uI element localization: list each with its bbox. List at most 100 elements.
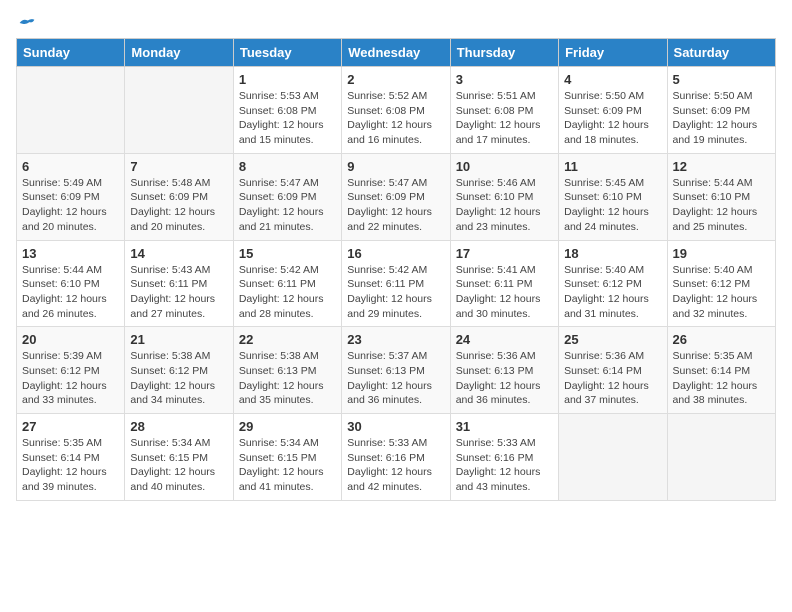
day-number: 16: [347, 246, 444, 261]
day-number: 22: [239, 332, 336, 347]
day-info: Sunrise: 5:42 AMSunset: 6:11 PMDaylight:…: [239, 263, 336, 322]
calendar-cell: 3 Sunrise: 5:51 AMSunset: 6:08 PMDaylight…: [450, 67, 558, 154]
calendar-week-row: 6Sunrise: 5:49 AMSunset: 6:09 PMDaylight…: [17, 153, 776, 240]
calendar-cell: 7Sunrise: 5:48 AMSunset: 6:09 PMDaylight…: [125, 153, 233, 240]
day-info: Sunrise: 5:36 AMSunset: 6:14 PMDaylight:…: [564, 349, 661, 408]
day-number: 3: [456, 72, 553, 87]
calendar-cell: [17, 67, 125, 154]
day-info: Sunrise: 5:38 AMSunset: 6:12 PMDaylight:…: [130, 349, 227, 408]
day-number: 9: [347, 159, 444, 174]
day-number: 28: [130, 419, 227, 434]
calendar-cell: 15 Sunrise: 5:42 AMSunset: 6:11 PMDayligh…: [233, 240, 341, 327]
calendar-cell: 14Sunrise: 5:43 AMSunset: 6:11 PMDayligh…: [125, 240, 233, 327]
col-header-wednesday: Wednesday: [342, 39, 450, 67]
calendar-cell: [667, 414, 775, 501]
day-number: 13: [22, 246, 119, 261]
day-number: 23: [347, 332, 444, 347]
calendar-cell: 30 Sunrise: 5:33 AMSunset: 6:16 PMDayligh…: [342, 414, 450, 501]
col-header-friday: Friday: [559, 39, 667, 67]
day-info: Sunrise: 5:44 AMSunset: 6:10 PMDaylight:…: [22, 263, 119, 322]
day-number: 12: [673, 159, 770, 174]
page-header: [16, 16, 776, 30]
day-info: Sunrise: 5:46 AMSunset: 6:10 PMDaylight:…: [456, 176, 553, 235]
calendar-table: SundayMondayTuesdayWednesdayThursdayFrid…: [16, 38, 776, 501]
day-number: 2: [347, 72, 444, 87]
day-info: Sunrise: 5:37 AMSunset: 6:13 PMDaylight:…: [347, 349, 444, 408]
calendar-cell: 4Sunrise: 5:50 AMSunset: 6:09 PMDaylight…: [559, 67, 667, 154]
day-number: 25: [564, 332, 661, 347]
day-info: Sunrise: 5:39 AMSunset: 6:12 PMDaylight:…: [22, 349, 119, 408]
day-number: 7: [130, 159, 227, 174]
col-header-tuesday: Tuesday: [233, 39, 341, 67]
calendar-cell: 9 Sunrise: 5:47 AMSunset: 6:09 PMDaylight…: [342, 153, 450, 240]
col-header-thursday: Thursday: [450, 39, 558, 67]
calendar-cell: 19 Sunrise: 5:40 AMSunset: 6:12 PMDayligh…: [667, 240, 775, 327]
calendar-cell: 16 Sunrise: 5:42 AMSunset: 6:11 PMDayligh…: [342, 240, 450, 327]
calendar-cell: 5 Sunrise: 5:50 AMSunset: 6:09 PMDaylight…: [667, 67, 775, 154]
day-number: 10: [456, 159, 553, 174]
day-info: Sunrise: 5:33 AMSunset: 6:16 PMDaylight:…: [347, 436, 444, 495]
calendar-cell: 26Sunrise: 5:35 AMSunset: 6:14 PMDayligh…: [667, 327, 775, 414]
col-header-monday: Monday: [125, 39, 233, 67]
col-header-saturday: Saturday: [667, 39, 775, 67]
calendar-cell: 8 Sunrise: 5:47 AMSunset: 6:09 PMDaylight…: [233, 153, 341, 240]
calendar-cell: 31 Sunrise: 5:33 AMSunset: 6:16 PMDayligh…: [450, 414, 558, 501]
day-info: Sunrise: 5:50 AMSunset: 6:09 PMDaylight:…: [564, 89, 661, 148]
day-number: 14: [130, 246, 227, 261]
calendar-cell: 11Sunrise: 5:45 AMSunset: 6:10 PMDayligh…: [559, 153, 667, 240]
day-number: 19: [673, 246, 770, 261]
calendar-cell: 25 Sunrise: 5:36 AMSunset: 6:14 PMDayligh…: [559, 327, 667, 414]
day-info: Sunrise: 5:40 AMSunset: 6:12 PMDaylight:…: [673, 263, 770, 322]
day-info: Sunrise: 5:38 AMSunset: 6:13 PMDaylight:…: [239, 349, 336, 408]
day-number: 5: [673, 72, 770, 87]
calendar-cell: 22 Sunrise: 5:38 AMSunset: 6:13 PMDayligh…: [233, 327, 341, 414]
day-number: 15: [239, 246, 336, 261]
day-info: Sunrise: 5:47 AMSunset: 6:09 PMDaylight:…: [239, 176, 336, 235]
day-info: Sunrise: 5:42 AMSunset: 6:11 PMDaylight:…: [347, 263, 444, 322]
day-info: Sunrise: 5:47 AMSunset: 6:09 PMDaylight:…: [347, 176, 444, 235]
logo: [16, 16, 36, 30]
day-info: Sunrise: 5:51 AMSunset: 6:08 PMDaylight:…: [456, 89, 553, 148]
day-info: Sunrise: 5:36 AMSunset: 6:13 PMDaylight:…: [456, 349, 553, 408]
calendar-cell: 1Sunrise: 5:53 AMSunset: 6:08 PMDaylight…: [233, 67, 341, 154]
day-info: Sunrise: 5:49 AMSunset: 6:09 PMDaylight:…: [22, 176, 119, 235]
day-number: 24: [456, 332, 553, 347]
day-info: Sunrise: 5:35 AMSunset: 6:14 PMDaylight:…: [22, 436, 119, 495]
day-number: 8: [239, 159, 336, 174]
day-number: 18: [564, 246, 661, 261]
day-number: 21: [130, 332, 227, 347]
calendar-cell: 21 Sunrise: 5:38 AMSunset: 6:12 PMDayligh…: [125, 327, 233, 414]
day-info: Sunrise: 5:53 AMSunset: 6:08 PMDaylight:…: [239, 89, 336, 148]
day-number: 20: [22, 332, 119, 347]
day-number: 29: [239, 419, 336, 434]
calendar-cell: 10 Sunrise: 5:46 AMSunset: 6:10 PMDayligh…: [450, 153, 558, 240]
logo-bird-icon: [18, 16, 36, 30]
calendar-week-row: 1Sunrise: 5:53 AMSunset: 6:08 PMDaylight…: [17, 67, 776, 154]
calendar-header-row: SundayMondayTuesdayWednesdayThursdayFrid…: [17, 39, 776, 67]
calendar-week-row: 20 Sunrise: 5:39 AMSunset: 6:12 PMDayligh…: [17, 327, 776, 414]
calendar-cell: 23 Sunrise: 5:37 AMSunset: 6:13 PMDayligh…: [342, 327, 450, 414]
day-number: 31: [456, 419, 553, 434]
calendar-cell: 28 Sunrise: 5:34 AMSunset: 6:15 PMDayligh…: [125, 414, 233, 501]
day-info: Sunrise: 5:34 AMSunset: 6:15 PMDaylight:…: [130, 436, 227, 495]
calendar-cell: 27Sunrise: 5:35 AMSunset: 6:14 PMDayligh…: [17, 414, 125, 501]
calendar-cell: 24 Sunrise: 5:36 AMSunset: 6:13 PMDayligh…: [450, 327, 558, 414]
day-info: Sunrise: 5:45 AMSunset: 6:10 PMDaylight:…: [564, 176, 661, 235]
day-info: Sunrise: 5:52 AMSunset: 6:08 PMDaylight:…: [347, 89, 444, 148]
day-number: 30: [347, 419, 444, 434]
calendar-week-row: 27Sunrise: 5:35 AMSunset: 6:14 PMDayligh…: [17, 414, 776, 501]
col-header-sunday: Sunday: [17, 39, 125, 67]
calendar-cell: 13 Sunrise: 5:44 AMSunset: 6:10 PMDayligh…: [17, 240, 125, 327]
day-info: Sunrise: 5:33 AMSunset: 6:16 PMDaylight:…: [456, 436, 553, 495]
calendar-cell: 17Sunrise: 5:41 AMSunset: 6:11 PMDayligh…: [450, 240, 558, 327]
calendar-cell: 20 Sunrise: 5:39 AMSunset: 6:12 PMDayligh…: [17, 327, 125, 414]
calendar-cell: 2 Sunrise: 5:52 AMSunset: 6:08 PMDaylight…: [342, 67, 450, 154]
day-info: Sunrise: 5:40 AMSunset: 6:12 PMDaylight:…: [564, 263, 661, 322]
day-info: Sunrise: 5:34 AMSunset: 6:15 PMDaylight:…: [239, 436, 336, 495]
day-info: Sunrise: 5:35 AMSunset: 6:14 PMDaylight:…: [673, 349, 770, 408]
day-info: Sunrise: 5:50 AMSunset: 6:09 PMDaylight:…: [673, 89, 770, 148]
calendar-cell: 12Sunrise: 5:44 AMSunset: 6:10 PMDayligh…: [667, 153, 775, 240]
calendar-week-row: 13 Sunrise: 5:44 AMSunset: 6:10 PMDayligh…: [17, 240, 776, 327]
calendar-cell: 29 Sunrise: 5:34 AMSunset: 6:15 PMDayligh…: [233, 414, 341, 501]
day-number: 17: [456, 246, 553, 261]
